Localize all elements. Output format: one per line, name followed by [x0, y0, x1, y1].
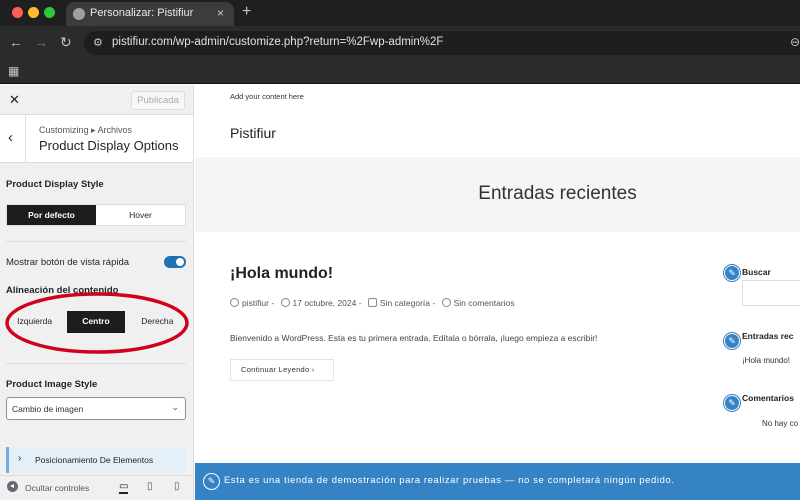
- page-title: Entradas recientes: [478, 183, 637, 204]
- address-bar[interactable]: ⚙ pistifiur.com/wp-admin/customize.php?r…: [84, 31, 800, 55]
- close-icon[interactable]: ✕: [9, 92, 20, 108]
- hide-controls-button[interactable]: Ocultar controles: [25, 483, 89, 493]
- back-arrow-icon[interactable]: ←: [9, 34, 23, 50]
- divider: [6, 241, 186, 242]
- mobile-icon[interactable]: ▯: [174, 481, 180, 492]
- section-title: Product Display Options: [39, 138, 179, 153]
- url-text: pistifiur.com/wp-admin/customize.php?ret…: [112, 36, 444, 48]
- chevron-left-icon: ‹: [8, 129, 13, 146]
- search-input[interactable]: [742, 280, 800, 306]
- tablet-icon[interactable]: ▯: [147, 481, 153, 492]
- display-style-default-option[interactable]: Por defecto: [7, 205, 96, 225]
- divider: [6, 363, 186, 364]
- post-excerpt: Bienvenido a WordPress. Esta es tu prime…: [230, 333, 598, 343]
- recent-post-link[interactable]: ¡Hola mundo!: [742, 356, 790, 365]
- favicon-globe-icon: [73, 8, 85, 20]
- reload-icon[interactable]: ↻: [60, 34, 72, 51]
- quick-view-toggle[interactable]: [164, 256, 186, 268]
- demo-notice-text: Esta es una tienda de demostración para …: [224, 475, 675, 486]
- edit-pencil-icon[interactable]: ✎: [724, 333, 740, 349]
- window-close-button[interactable]: [12, 7, 23, 18]
- read-more-label: Continuar Leyendo: [241, 365, 310, 374]
- post-category[interactable]: Sin categoría: [380, 298, 430, 308]
- alignment-segmented: Izquierda Centro Derecha: [6, 311, 186, 333]
- edit-pencil-icon[interactable]: ✎: [724, 395, 740, 411]
- new-tab-icon[interactable]: +: [242, 3, 251, 21]
- window-minimize-button[interactable]: [28, 7, 39, 18]
- positioning-accordion[interactable]: › Posicionamiento De Elementos: [6, 447, 186, 473]
- post-title[interactable]: ¡Hola mundo!: [230, 265, 333, 283]
- alignment-right-option[interactable]: Derecha: [129, 311, 186, 333]
- display-style-hover-option[interactable]: Hover: [96, 205, 185, 225]
- display-style-label: Product Display Style: [6, 179, 104, 190]
- browser-tab[interactable]: Personalizar: Pistifiur ×: [66, 2, 234, 26]
- comment-icon: [441, 298, 451, 307]
- recent-posts-widget-title: Entradas rec: [742, 331, 794, 341]
- apps-grid-icon[interactable]: ▦: [8, 64, 19, 78]
- section-header: ‹ Customizing ▸ Archivos Product Display…: [0, 115, 193, 163]
- site-title[interactable]: Pistifiur: [230, 125, 276, 141]
- collapse-icon[interactable]: [7, 481, 18, 492]
- image-style-select[interactable]: Cambio de imagen ⌄: [6, 397, 186, 420]
- folder-icon: [367, 298, 377, 307]
- alignment-label: Alineación del contenido: [6, 285, 119, 296]
- desktop-icon[interactable]: ▭: [119, 481, 129, 494]
- post-comments[interactable]: Sin comentarios: [454, 298, 515, 308]
- post-meta: pistifiur - 17 octubre, 2024 - Sin categ…: [230, 298, 515, 308]
- edit-pencil-icon[interactable]: ✎: [203, 473, 220, 490]
- customizer-sidebar: ✕ Publicada ‹ Customizing ▸ Archivos Pro…: [0, 85, 194, 500]
- browser-tab-bar: Personalizar: Pistifiur × +: [0, 0, 800, 26]
- back-button[interactable]: ‹: [0, 115, 26, 163]
- tab-close-icon[interactable]: ×: [217, 6, 224, 20]
- customizer-footer: Ocultar controles ▭ ▯ ▯: [0, 475, 193, 500]
- positioning-label: Posicionamiento De Elementos: [35, 455, 154, 465]
- browser-toolbar: ← → ↻ ⚙ pistifiur.com/wp-admin/customize…: [0, 26, 800, 60]
- forward-arrow-icon[interactable]: →: [34, 34, 48, 50]
- customizer-header: ✕ Publicada: [0, 85, 193, 115]
- demo-store-notice: ✎ Esta es una tienda de demostración par…: [195, 463, 800, 500]
- site-preview: Add your content here Pistifiur Entradas…: [195, 85, 800, 500]
- page-header-band: Entradas recientes: [195, 157, 800, 232]
- zoom-icon[interactable]: ⊖: [790, 35, 800, 49]
- breadcrumb: Customizing ▸ Archivos: [39, 125, 133, 135]
- comments-widget-text: No hay co: [762, 419, 799, 428]
- window-maximize-button[interactable]: [44, 7, 55, 18]
- clock-icon: [280, 298, 290, 307]
- image-style-value: Cambio de imagen: [12, 404, 84, 414]
- topbar-text: Add your content here: [230, 92, 304, 101]
- display-style-segmented: Por defecto Hover: [6, 204, 186, 226]
- bookmarks-bar: ▦: [0, 60, 800, 84]
- site-settings-icon[interactable]: ⚙: [93, 36, 103, 49]
- alignment-left-option[interactable]: Izquierda: [6, 311, 63, 333]
- read-more-button[interactable]: Continuar Leyendo ›: [230, 359, 334, 381]
- edit-pencil-icon[interactable]: ✎: [724, 265, 740, 281]
- search-widget-title: Buscar: [742, 267, 771, 277]
- image-style-label: Product Image Style: [6, 379, 98, 390]
- post-author[interactable]: pistifiur: [242, 298, 269, 308]
- quick-view-label: Mostrar botón de vista rápida: [6, 257, 130, 268]
- publish-button[interactable]: Publicada: [131, 91, 185, 110]
- comments-widget-title: Comentarios: [742, 393, 794, 403]
- chevron-down-icon: ⌄: [171, 402, 179, 412]
- chevron-right-icon: ›: [18, 453, 22, 464]
- alignment-center-option[interactable]: Centro: [67, 311, 125, 333]
- tab-title: Personalizar: Pistifiur: [90, 7, 194, 19]
- chevron-right-icon: ›: [311, 365, 315, 374]
- post-date[interactable]: 17 octubre, 2024: [293, 298, 357, 308]
- user-icon: [230, 298, 239, 307]
